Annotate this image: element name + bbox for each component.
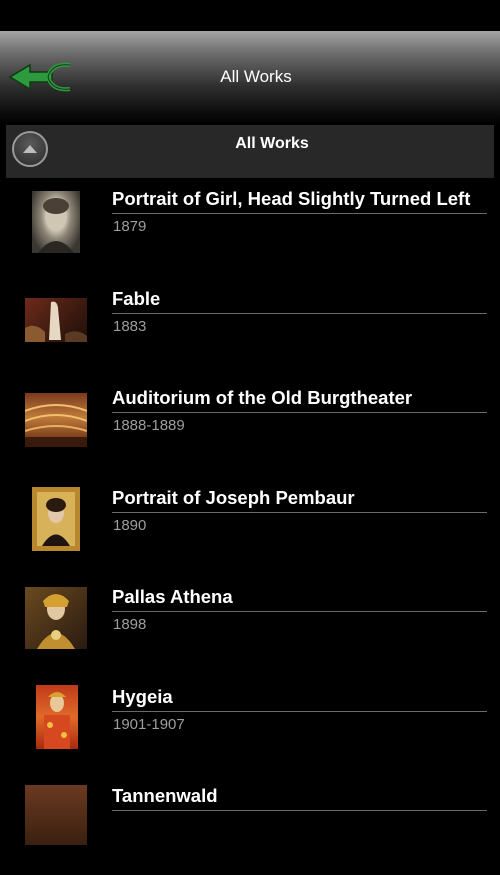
status-bar <box>0 0 500 31</box>
work-title: Fable <box>112 288 487 314</box>
works-list: Portrait of Girl, Head Slightly Turned L… <box>0 178 500 875</box>
list-item[interactable]: Pallas Athena 1898 <box>0 576 500 676</box>
artwork-thumbnail <box>25 587 87 649</box>
work-date: 1898 <box>113 616 147 633</box>
artwork-thumbnail <box>25 393 87 447</box>
work-date: 1890 <box>113 516 147 534</box>
list-item[interactable]: Fable 1883 <box>0 278 500 378</box>
list-item[interactable]: Auditorium of the Old Burgtheater 1888-1… <box>0 377 500 477</box>
list-item[interactable]: Tannenwald <box>0 775 500 875</box>
work-date: 1883 <box>113 317 147 335</box>
work-title: Portrait of Girl, Head Slightly Turned L… <box>112 188 487 214</box>
list-item[interactable]: Portrait of Joseph Pembaur 1890 <box>0 477 500 577</box>
section-header[interactable]: All Works <box>6 125 494 178</box>
artwork-thumbnail <box>36 684 78 749</box>
work-title: Portrait of Joseph Pembaur <box>112 487 487 513</box>
work-title: Auditorium of the Old Burgtheater <box>112 387 487 413</box>
artwork-thumbnail <box>25 785 87 845</box>
artwork-thumbnail <box>25 297 87 342</box>
list-item[interactable]: Portrait of Girl, Head Slightly Turned L… <box>0 178 500 278</box>
work-date: 1879 <box>113 218 147 235</box>
artwork-thumbnail <box>32 191 80 253</box>
work-title: Tannenwald <box>112 785 487 811</box>
work-title: Hygeia <box>112 686 487 712</box>
app-bar: All Works <box>0 31 500 124</box>
list-item[interactable]: Hygeia 1901-1907 <box>0 676 500 776</box>
work-date: 1901-1907 <box>113 715 185 733</box>
page-title: All Works <box>220 67 292 86</box>
work-title: Pallas Athena <box>112 586 487 612</box>
artwork-thumbnail <box>32 486 80 551</box>
section-title: All Works <box>235 135 309 152</box>
work-date: 1888-1889 <box>113 417 185 434</box>
